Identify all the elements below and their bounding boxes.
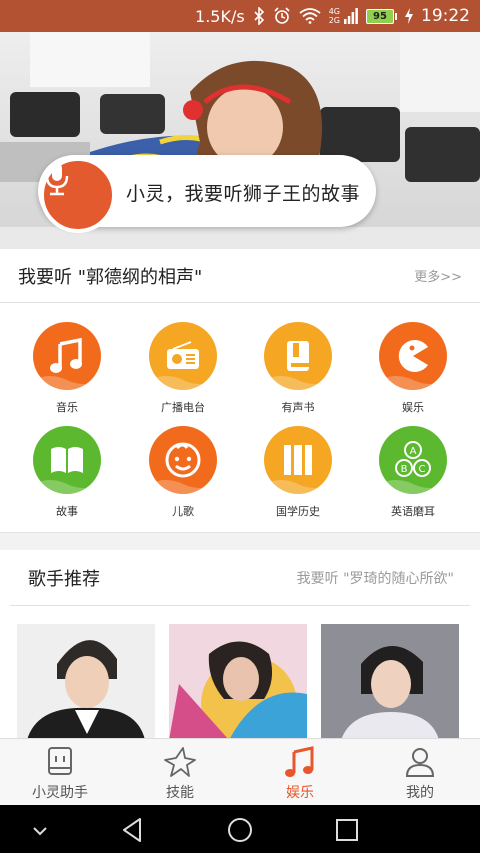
open-book-icon — [33, 426, 101, 494]
svg-text:C: C — [419, 464, 426, 475]
signal-bars-icon — [344, 8, 358, 24]
singer-photo — [17, 624, 155, 740]
category-entertainment[interactable]: 娱乐 — [358, 322, 468, 415]
music-note-icon — [33, 322, 101, 390]
hero-banner[interactable]: 小灵，我要听狮子王的故事 — [0, 32, 480, 249]
category-label: 儿歌 — [172, 505, 194, 518]
tab-label: 娱乐 — [286, 785, 314, 801]
radio-icon — [149, 322, 217, 390]
singer-card[interactable] — [17, 624, 155, 740]
abc-icon: ABC — [379, 426, 447, 494]
tab-label: 小灵助手 — [32, 785, 88, 801]
star-icon — [164, 747, 196, 777]
status-bar: 1.5K/s 4G 2G 95 19:22 — [0, 0, 480, 32]
category-label: 音乐 — [56, 401, 78, 414]
section-title: 歌手推荐 — [28, 568, 100, 590]
battery-icon: 95 — [366, 8, 397, 24]
category-story[interactable]: 故事 — [12, 426, 122, 519]
svg-text:A: A — [410, 446, 417, 457]
network-speed: 1.5K/s — [195, 6, 245, 26]
singer-hint[interactable]: 我要听 "罗琦的随心所欲" — [297, 568, 454, 588]
wifi-icon — [299, 8, 321, 24]
scroll-icon — [264, 426, 332, 494]
home-icon[interactable] — [227, 817, 253, 847]
category-label: 国学历史 — [276, 505, 320, 518]
voice-prompt-text: 小灵，我要听狮子王的故事 — [126, 183, 361, 205]
singer-section-header: 歌手推荐 我要听 "罗琦的随心所欲" — [10, 550, 470, 606]
recents-icon[interactable] — [335, 818, 359, 846]
singer-card[interactable] — [321, 624, 459, 740]
person-icon — [405, 748, 435, 777]
category-label: 有声书 — [281, 401, 315, 414]
section-divider — [0, 532, 480, 550]
category-label: 广播电台 — [161, 401, 205, 414]
singer-card[interactable] — [169, 624, 307, 740]
category-grid: 音乐 广播电台 有声书 娱乐 故事 儿歌 国学历史 A B C 英语磨耳 — [0, 304, 480, 532]
more-link[interactable]: 更多>> — [414, 266, 462, 285]
category-music[interactable]: 音乐 — [12, 322, 122, 415]
microphone-button[interactable] — [40, 157, 116, 233]
singer-photo — [169, 624, 307, 740]
category-classics-history[interactable]: 国学历史 — [243, 426, 353, 519]
tab-entertainment[interactable]: 娱乐 — [240, 739, 360, 805]
tab-assistant[interactable]: 小灵助手 — [0, 739, 120, 805]
category-label: 故事 — [56, 505, 78, 518]
suggestion-row[interactable]: 我要听 "郭德纲的相声" 更多>> — [0, 249, 480, 303]
microphone-icon — [45, 163, 69, 196]
system-nav-bar — [0, 805, 480, 853]
suggestion-query: 我要听 "郭德纲的相声" — [18, 266, 203, 288]
tab-profile[interactable]: 我的 — [360, 739, 480, 805]
network-type-2: 2G — [328, 16, 340, 25]
bluetooth-icon — [253, 7, 265, 25]
alarm-icon — [273, 7, 291, 25]
bottom-tab-bar: 小灵助手 技能 娱乐 我的 — [0, 738, 480, 805]
battery-level: 95 — [366, 8, 394, 24]
cellular-signal: 4G 2G — [329, 7, 340, 25]
pacman-icon — [379, 322, 447, 390]
music-note-icon — [285, 746, 314, 777]
assistant-icon — [48, 747, 72, 775]
singer-photo — [321, 624, 459, 740]
back-icon[interactable] — [120, 817, 144, 847]
network-type-1: 4G — [328, 7, 340, 16]
child-face-icon — [149, 426, 217, 494]
category-kids-songs[interactable]: 儿歌 — [128, 426, 238, 519]
svg-text:B: B — [401, 464, 408, 475]
clock: 19:22 — [421, 6, 470, 26]
tab-label: 我的 — [406, 785, 434, 801]
book-icon — [264, 322, 332, 390]
tab-label: 技能 — [166, 785, 194, 801]
tab-skills[interactable]: 技能 — [120, 739, 240, 805]
charging-icon — [405, 8, 413, 24]
category-english[interactable]: ABC 英语磨耳 — [358, 426, 468, 519]
category-label: 娱乐 — [402, 401, 424, 414]
category-audiobook[interactable]: 有声书 — [243, 322, 353, 415]
chevron-down-icon[interactable] — [32, 822, 48, 841]
category-label: 英语磨耳 — [391, 505, 435, 518]
category-radio[interactable]: 广播电台 — [128, 322, 238, 415]
